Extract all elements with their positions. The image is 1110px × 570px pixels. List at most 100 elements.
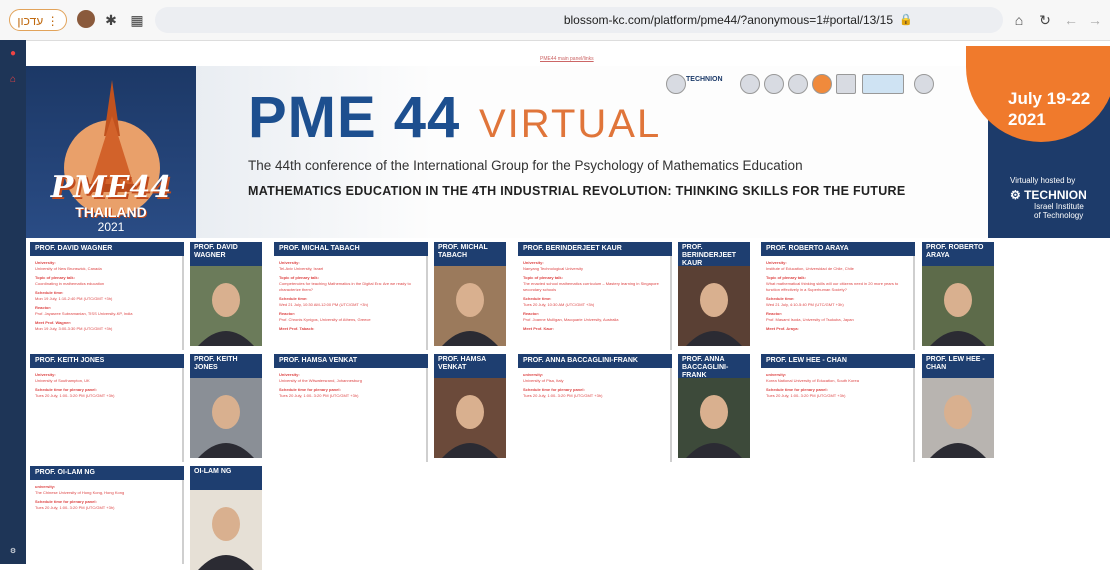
scrollbar[interactable] xyxy=(426,368,428,462)
speaker-photo-card[interactable]: PROF. KEITH JONES xyxy=(190,354,262,462)
rail-bottom-icon[interactable]: ⚙ xyxy=(7,546,19,558)
speaker-details: university: University of Pisa, Italy Sche… xyxy=(518,368,672,406)
profile-avatar[interactable] xyxy=(77,10,95,28)
speaker-photo xyxy=(434,378,506,458)
detail-value: Prof. Jayasree Subramanian, TISS Univers… xyxy=(35,311,133,316)
banner-title: PME 44 xyxy=(248,85,461,150)
speaker-photo-card[interactable]: OI-LAM NG xyxy=(190,466,262,570)
url-text: blossom-kc.com/platform/pme44/?anonymous… xyxy=(563,13,893,27)
detail-value: Tues 20 July, 1:00- 3:20 PM (UTC/GMT +3h… xyxy=(766,393,846,398)
forward-icon[interactable]: → xyxy=(1086,11,1104,29)
detail-label: Meet Prof. Tabach: xyxy=(279,326,315,331)
speaker-photo xyxy=(190,266,262,346)
conference-dates: July 19-22 2021 xyxy=(1008,88,1090,130)
reload-icon[interactable]: ↻ xyxy=(1036,11,1054,29)
detail-value: Prof. Chronis Kynigos, University of Ath… xyxy=(279,317,371,322)
scrollbar[interactable] xyxy=(182,256,184,350)
address-bar[interactable]: blossom-kc.com/platform/pme44/?anonymous… xyxy=(155,7,1003,33)
detail-value: Tel-Aviv University, Israel xyxy=(279,266,324,271)
photo-caption: PROF. KEITH JONES xyxy=(190,354,262,378)
speaker-info-card[interactable]: PROF. LEW HEE - CHAN university: Korea Nat… xyxy=(761,354,915,462)
sponsor-technion: TECHNION xyxy=(686,76,723,83)
logo-text: PME44 xyxy=(50,170,172,205)
speaker-photo-card[interactable]: PROF. ANNA BACCAGLINI-FRANK xyxy=(678,354,750,462)
banner-virtual: VIRTUAL xyxy=(479,102,662,146)
home-rail-icon[interactable]: ⌂ xyxy=(7,74,19,86)
dates-line-2: 2021 xyxy=(1008,110,1046,129)
scrollbar[interactable] xyxy=(913,256,915,350)
extensions-icon[interactable]: ✱ xyxy=(102,11,120,29)
photo-caption: PROF. ROBERTO ARAYA xyxy=(922,242,994,266)
menu-icon[interactable]: ● xyxy=(7,48,19,60)
speaker-info-card[interactable]: PROF. BERINDERJEET KAUR University: Nanyan… xyxy=(518,242,672,350)
speaker-info-card[interactable]: PROF. KEITH JONES University: University o… xyxy=(30,354,184,462)
photo-caption: PROF. MICHAL TABACH xyxy=(434,242,506,266)
technion-logo: ⚙ TECHNION xyxy=(1010,188,1087,202)
speaker-details: University: Institute of Education, Unive… xyxy=(761,256,915,339)
logo-year: 2021 xyxy=(97,220,125,234)
speaker-photo xyxy=(678,378,750,458)
speaker-name: PROF. HAMSA VENKAT xyxy=(274,354,428,368)
back-icon[interactable]: ← xyxy=(1062,11,1080,29)
browser-toolbar: עדכון ⋮ ✱ ▦ ☆ ⌕ blossom-kc.com/platform/… xyxy=(0,0,1110,41)
detail-value: Tues 20 July, 1:00- 3:20 PM (UTC/GMT +3h… xyxy=(35,505,115,510)
lock-icon: 🔒 xyxy=(899,14,913,26)
dates-line-1: July 19-22 xyxy=(1008,89,1091,108)
speaker-info-card[interactable]: PROF. DAVID WAGNER University: University … xyxy=(30,242,184,350)
speaker-photo-card[interactable]: PROF. BERINDERJEET KAUR xyxy=(678,242,750,350)
sponsor-logo-icon xyxy=(666,74,686,94)
speaker-photo xyxy=(678,266,750,346)
scrollbar[interactable] xyxy=(913,368,915,462)
qr-code-icon[interactable]: ▦ xyxy=(128,11,146,29)
detail-value: Mon 19 July, 3:00-3:30 PM (UTC/GMT +3h) xyxy=(35,326,113,331)
speaker-name: PROF. BERINDERJEET KAUR xyxy=(518,242,672,256)
photo-caption: OI-LAM NG xyxy=(190,466,262,490)
speaker-photo-card[interactable]: PROF. LEW HEE - CHAN xyxy=(922,354,994,462)
banner-center: PME 44 VIRTUAL TECHNION The 44th confere… xyxy=(196,66,988,238)
speaker-info-card[interactable]: PROF. ANNA BACCAGLINI-FRANK university: Un… xyxy=(518,354,672,462)
speaker-photo xyxy=(190,490,262,570)
scrollbar[interactable] xyxy=(182,368,184,462)
sponsor-logo-icon xyxy=(914,74,934,94)
detail-value: Tues 20 July, 10:30 AM (UTC/GMT +3h) xyxy=(523,302,595,307)
scrollbar[interactable] xyxy=(670,256,672,350)
speaker-name: PROF. KEITH JONES xyxy=(30,354,184,368)
speaker-info-card[interactable]: PROF. HAMSA VENKAT University: University … xyxy=(274,354,428,462)
speaker-photo-card[interactable]: PROF. DAVID WAGNER xyxy=(190,242,262,350)
detail-value: University of New Brunswick, Canada xyxy=(35,266,102,271)
scrollbar[interactable] xyxy=(426,256,428,350)
home-icon[interactable]: ⌂ xyxy=(1010,11,1028,29)
banner-dates-panel: July 19-22 2021 Virtually hosted by ⚙ TE… xyxy=(966,46,1110,238)
detail-value: Wed 21 July, 10:30 AM-12:00 PM (UTC/GMT … xyxy=(279,302,369,307)
detail-value: Prof. Masami Isoda, University of Tsukub… xyxy=(766,317,854,322)
technion-subtitle: Israel Institute of Technology xyxy=(1034,202,1084,220)
panel-link[interactable]: PME44 main panel/links xyxy=(540,56,594,62)
scrollbar[interactable] xyxy=(182,480,184,564)
photo-caption: PROF. ANNA BACCAGLINI-FRANK xyxy=(678,354,750,378)
detail-value: Nanyang Technological University xyxy=(523,266,583,271)
speaker-info-card[interactable]: PROF. MICHAL TABACH University: Tel-Aviv U… xyxy=(274,242,428,350)
pme44-logo: PME44 THAILAND 2021 xyxy=(26,66,196,238)
speaker-photo xyxy=(434,266,506,346)
speaker-details: University: University of the Witwatersra… xyxy=(274,368,428,406)
speaker-photo-card[interactable]: PROF. MICHAL TABACH xyxy=(434,242,506,350)
speaker-photo-card[interactable]: PROF. HAMSA VENKAT xyxy=(434,354,506,462)
hosted-by-label: Virtually hosted by xyxy=(1010,176,1076,185)
update-button[interactable]: עדכון ⋮ xyxy=(9,9,67,31)
sponsor-logo-icon xyxy=(862,74,904,94)
speaker-details: University: University of Southampton, UK… xyxy=(30,368,184,406)
detail-value: Wed 21 July, 4:10-5:40 PM (UTC/GMT +3h) xyxy=(766,302,844,307)
speaker-details: university: The Chinese University of Hon… xyxy=(30,480,184,518)
speaker-photo-card[interactable]: PROF. ROBERTO ARAYA xyxy=(922,242,994,350)
detail-value: Institute of Education, Universidad de C… xyxy=(766,266,854,271)
scrollbar[interactable] xyxy=(670,368,672,462)
speaker-photo xyxy=(190,378,262,458)
detail-value: Korea National University of Education, … xyxy=(766,378,859,383)
technion-sub-1: Israel Institute xyxy=(1034,202,1084,211)
speaker-details: University: Nanyang Technological Univers… xyxy=(518,256,672,339)
photo-caption: PROF. LEW HEE - CHAN xyxy=(922,354,994,378)
speaker-info-card[interactable]: PROF. OI-LAM NG university: The Chinese Un… xyxy=(30,466,184,564)
speaker-info-card[interactable]: PROF. ROBERTO ARAYA University: Institute … xyxy=(761,242,915,350)
photo-caption: PROF. BERINDERJEET KAUR xyxy=(678,242,750,266)
left-rail: ● ⌂ ⚙ xyxy=(0,40,26,564)
